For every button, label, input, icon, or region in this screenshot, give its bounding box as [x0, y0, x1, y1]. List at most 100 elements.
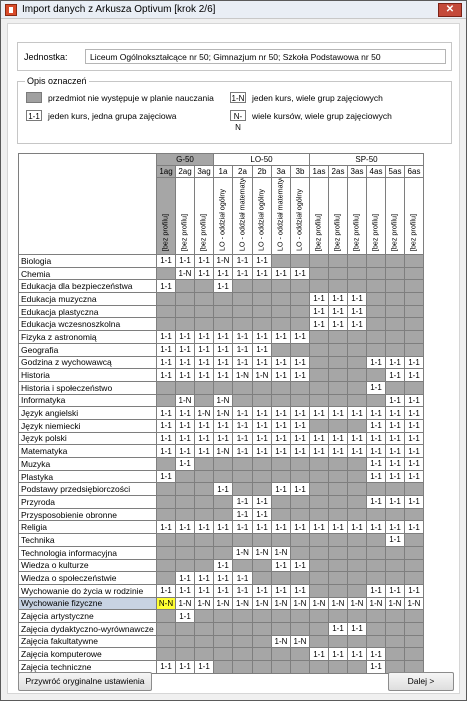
mapping-cell[interactable]: 1-1: [232, 520, 253, 535]
mapping-cell[interactable]: 1-1: [366, 444, 386, 458]
group-header[interactable]: G-50: [156, 153, 214, 166]
mapping-cell[interactable]: 1-N: [404, 596, 424, 611]
mapping-cell[interactable]: 1-1: [213, 431, 233, 446]
mapping-cell[interactable]: 1-1: [290, 266, 310, 281]
subject-name[interactable]: Wychowanie fizyczne: [18, 596, 157, 611]
mapping-cell[interactable]: 1-1: [156, 660, 176, 674]
mapping-cell[interactable]: 1-1: [194, 418, 214, 433]
profile-header[interactable]: LO - oddział matematyczny: [232, 177, 253, 255]
mapping-cell[interactable]: 1-1: [156, 330, 176, 344]
profile-header[interactable]: [bez profilu]: [328, 177, 348, 255]
mapping-cell[interactable]: 1-1: [252, 418, 272, 433]
mapping-cell[interactable]: 1-1: [347, 520, 367, 535]
mapping-cell[interactable]: 1-1: [290, 482, 310, 497]
subject-name[interactable]: Język angielski: [18, 406, 157, 420]
mapping-cell[interactable]: 1-1: [213, 279, 233, 294]
mapping-cell[interactable]: 1-1: [271, 431, 291, 446]
mapping-cell[interactable]: 1-1: [404, 495, 424, 509]
class-header[interactable]: 4as: [366, 165, 386, 178]
subject-name[interactable]: Edukacja muzyczna: [18, 292, 157, 306]
mapping-cell[interactable]: 1-1: [385, 393, 405, 408]
subject-name[interactable]: Godzina z wychowawcą: [18, 355, 157, 370]
mapping-cell[interactable]: 1-1: [271, 406, 291, 420]
subject-name[interactable]: Historia: [18, 368, 157, 382]
mapping-cell[interactable]: 1-1: [213, 355, 233, 370]
mapping-cell[interactable]: 1-1: [156, 254, 176, 268]
mapping-cell[interactable]: 1-1: [175, 254, 195, 268]
mapping-cell[interactable]: 1-N: [232, 368, 253, 382]
profile-header[interactable]: [bez profilu]: [309, 177, 329, 255]
mapping-cell[interactable]: 1-1: [175, 418, 195, 433]
subject-name[interactable]: Zajęcia dydaktyczno-wyrównawcze: [18, 621, 157, 636]
mapping-cell[interactable]: 1-1: [213, 368, 233, 382]
mapping-cell[interactable]: 1-1: [290, 406, 310, 420]
mapping-cell[interactable]: 1-1: [252, 444, 272, 458]
mapping-cell[interactable]: 1-1: [271, 444, 291, 458]
mapping-cell[interactable]: 1-1: [309, 317, 329, 332]
profile-header[interactable]: [bez profilu]: [175, 177, 195, 255]
mapping-cell[interactable]: 1-1: [252, 355, 272, 370]
mapping-cell[interactable]: 1-1: [252, 520, 272, 535]
class-header[interactable]: 1a: [213, 165, 233, 178]
mapping-cell[interactable]: 1-1: [404, 469, 424, 484]
mapping-cell[interactable]: 1-N: [271, 545, 291, 560]
mapping-cell[interactable]: 1-1: [271, 355, 291, 370]
mapping-cell[interactable]: 1-1: [328, 621, 348, 636]
mapping-cell[interactable]: 1-1: [156, 520, 176, 535]
subject-name[interactable]: Edukacja wczesnoszkolna: [18, 317, 157, 332]
profile-header[interactable]: LO - oddział ogólny: [252, 177, 272, 255]
mapping-cell[interactable]: 1-1: [252, 583, 272, 598]
profile-header[interactable]: [bez profilu]: [156, 177, 176, 255]
mapping-cell[interactable]: 1-1: [309, 292, 329, 306]
mapping-cell[interactable]: 1-1: [347, 444, 367, 458]
mapping-cell[interactable]: 1-1: [366, 469, 386, 484]
mapping-cell[interactable]: 1-1: [252, 342, 272, 357]
mapping-cell[interactable]: 1-1: [175, 368, 195, 382]
class-header[interactable]: 2as: [328, 165, 348, 178]
mapping-cell[interactable]: 1-1: [290, 431, 310, 446]
subject-name[interactable]: Edukacja plastyczna: [18, 304, 157, 319]
mapping-cell[interactable]: 1-1: [194, 355, 214, 370]
subject-name[interactable]: Informatyka: [18, 393, 157, 408]
mapping-cell[interactable]: 1-1: [252, 431, 272, 446]
mapping-cell[interactable]: 1-N: [232, 596, 253, 611]
mapping-cell[interactable]: 1-N: [290, 634, 310, 649]
profile-header[interactable]: [bez profilu]: [194, 177, 214, 255]
subject-name[interactable]: Plastyka: [18, 469, 157, 484]
mapping-cell[interactable]: 1-1: [366, 520, 386, 535]
mapping-cell[interactable]: 1-1: [175, 406, 195, 420]
mapping-cell[interactable]: 1-N: [175, 266, 195, 281]
mapping-cell[interactable]: 1-1: [309, 406, 329, 420]
mapping-cell[interactable]: 1-1: [194, 520, 214, 535]
profile-header[interactable]: [bez profilu]: [347, 177, 367, 255]
mapping-cell[interactable]: 1-1: [213, 330, 233, 344]
class-header[interactable]: 2a: [232, 165, 253, 178]
mapping-cell[interactable]: 1-1: [194, 254, 214, 268]
subject-name[interactable]: Przyroda: [18, 495, 157, 509]
mapping-cell[interactable]: 1-1: [404, 431, 424, 446]
mapping-cell[interactable]: 1-1: [404, 583, 424, 598]
reset-settings-button[interactable]: Przywróć oryginalne ustawienia: [18, 672, 152, 691]
mapping-cell[interactable]: 1-1: [271, 368, 291, 382]
subject-name[interactable]: Zajęcia fakultatywne: [18, 634, 157, 649]
mapping-cell[interactable]: 1-1: [232, 355, 253, 370]
mapping-cell[interactable]: 1-1: [385, 457, 405, 471]
mapping-cell[interactable]: 1-1: [347, 647, 367, 661]
subject-name[interactable]: Biologia: [18, 254, 157, 268]
subject-name[interactable]: Fizyka z astronomią: [18, 330, 157, 344]
mapping-cell[interactable]: 1-1: [156, 355, 176, 370]
mapping-cell[interactable]: 1-1: [213, 342, 233, 357]
mapping-cell[interactable]: 1-1: [404, 520, 424, 535]
mapping-cell[interactable]: 1-1: [232, 444, 253, 458]
mapping-cell[interactable]: 1-1: [385, 431, 405, 446]
mapping-cell[interactable]: 1-1: [309, 431, 329, 446]
mapping-cell[interactable]: 1-1: [385, 406, 405, 420]
mapping-cell[interactable]: 1-1: [232, 330, 253, 344]
mapping-cell[interactable]: 1-1: [290, 520, 310, 535]
mapping-cell[interactable]: 1-1: [252, 266, 272, 281]
mapping-cell[interactable]: 1-1: [366, 583, 386, 598]
mapping-cell[interactable]: 1-1: [347, 621, 367, 636]
mapping-cell[interactable]: 1-1: [347, 317, 367, 332]
mapping-cell[interactable]: 1-1: [328, 292, 348, 306]
mapping-cell[interactable]: 1-N: [271, 634, 291, 649]
